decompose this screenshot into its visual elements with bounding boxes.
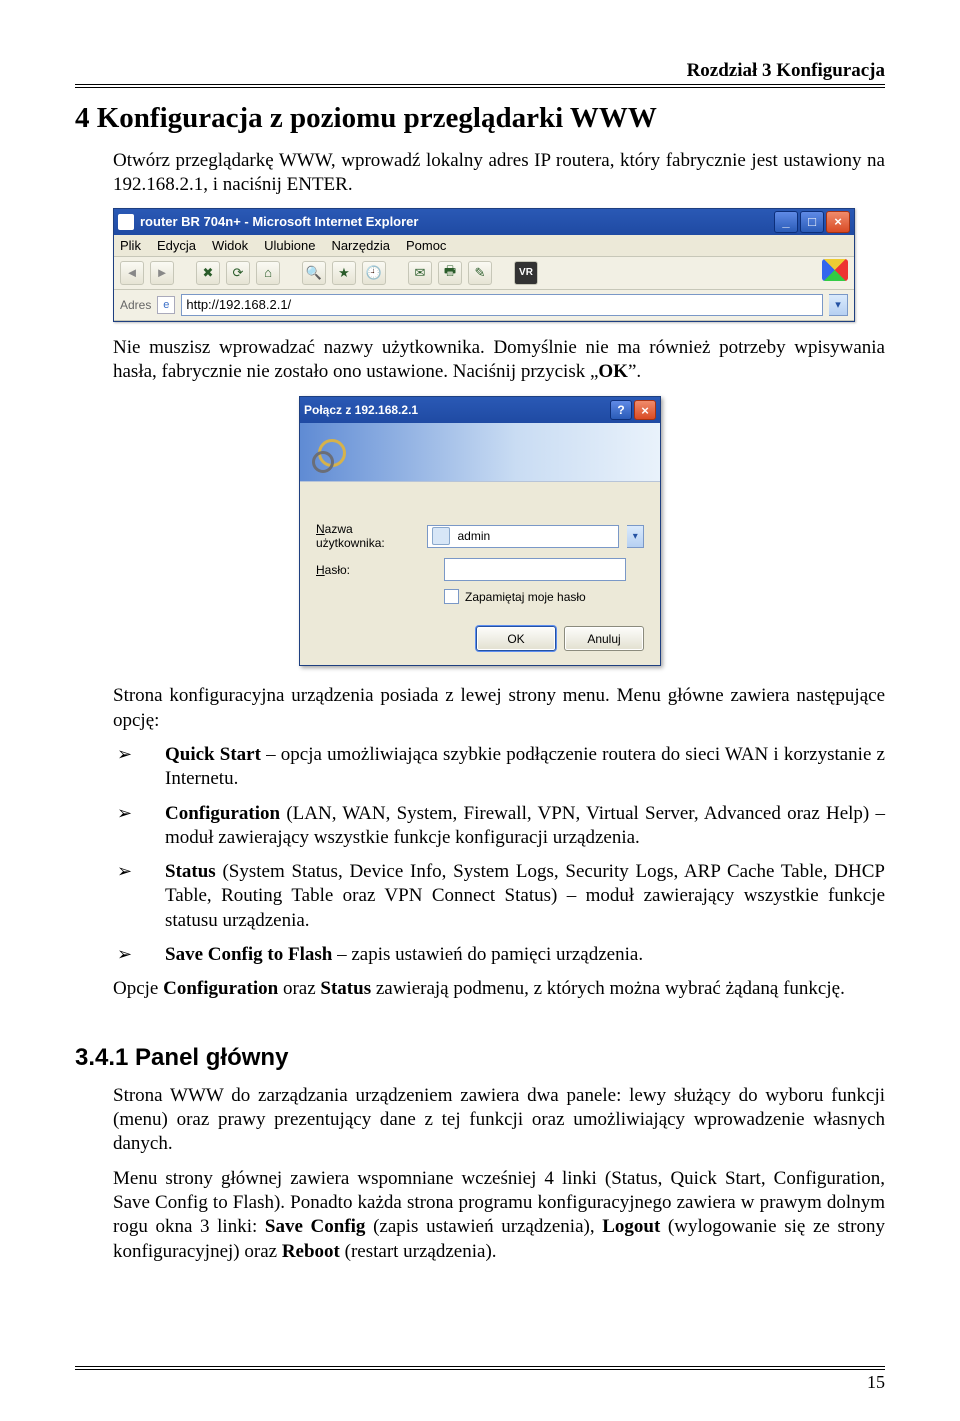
menu-view[interactable]: Widok xyxy=(212,238,248,253)
menu-help[interactable]: Pomoc xyxy=(406,238,446,253)
menu-file[interactable]: Plik xyxy=(120,238,141,253)
address-dropdown[interactable]: ▾ xyxy=(829,294,848,316)
browser-titlebar: router BR 704n+ - Microsoft Internet Exp… xyxy=(114,209,854,235)
bullet-bold: Status xyxy=(165,861,216,882)
browser-addressbar: Adres e http://192.168.2.1/ ▾ xyxy=(114,290,854,321)
text-bold: Configuration xyxy=(163,978,278,999)
address-label: Adres xyxy=(120,298,151,312)
panel-para-1: Strona WWW do zarządzania urządzeniem za… xyxy=(113,1084,885,1157)
bullet-text: – zapis ustawień do pamięci urządzenia. xyxy=(332,944,643,965)
address-input[interactable]: http://192.168.2.1/ xyxy=(181,294,823,316)
page-footer: 15 xyxy=(75,1366,885,1393)
bullet-arrow-icon: ➢ xyxy=(113,943,165,967)
username-dropdown[interactable]: ▾ xyxy=(627,525,644,548)
remember-label: Zapamiętaj moje hasło xyxy=(465,590,586,604)
remember-checkbox[interactable] xyxy=(444,589,459,604)
list-item: ➢ Quick Start – opcja umożliwiająca szyb… xyxy=(113,743,885,792)
text: Nie muszisz wprowadzać nazwy użytkownika… xyxy=(113,337,885,382)
text-bold: Logout xyxy=(602,1216,660,1237)
menu-fav[interactable]: Ulubione xyxy=(264,238,315,253)
text-bold: Save Config xyxy=(265,1216,366,1237)
cancel-button[interactable]: Anuluj xyxy=(564,626,644,651)
keys-icon xyxy=(312,435,346,469)
forward-button[interactable]: ► xyxy=(150,261,174,285)
password-row: Hasło: xyxy=(316,558,644,581)
text: zawierają podmenu, z których można wybra… xyxy=(371,978,845,999)
page-number: 15 xyxy=(867,1372,885,1392)
password-input[interactable] xyxy=(444,558,626,581)
menu-tools[interactable]: Narzędzia xyxy=(331,238,390,253)
bullet-text: (System Status, Device Info, System Logs… xyxy=(165,861,885,931)
auth-titlebar: Połącz z 192.168.2.1 ? × xyxy=(300,397,660,423)
text: (restart urządzenia). xyxy=(340,1241,497,1262)
intro-paragraph: Otwórz przeglądarkę WWW, wprowadź lokaln… xyxy=(113,149,885,198)
auth-banner xyxy=(300,423,660,482)
subheading: 3.4.1 Panel główny xyxy=(75,1044,885,1072)
username-label: NNazwa użytkownika:azwa użytkownika: xyxy=(316,522,419,550)
text-bold: Reboot xyxy=(282,1241,340,1262)
text-bold: Status xyxy=(320,978,371,999)
auth-dialog: Połącz z 192.168.2.1 ? × NNazwa użytkown… xyxy=(299,396,661,666)
help-button[interactable]: ? xyxy=(610,400,632,420)
print-icon[interactable]: 🖶 xyxy=(438,261,462,285)
address-url: http://192.168.2.1/ xyxy=(186,297,291,312)
username-field[interactable] xyxy=(455,528,614,544)
favorites-icon[interactable]: ★ xyxy=(332,261,356,285)
maximize-button[interactable]: □ xyxy=(800,211,824,233)
close-button[interactable]: × xyxy=(826,211,850,233)
chapter-header: Rozdział 3 Konfiguracja xyxy=(75,60,885,88)
refresh-button[interactable]: ⟳ xyxy=(226,261,250,285)
username-row: NNazwa użytkownika:azwa użytkownika: ▾ xyxy=(316,522,644,550)
bullet-arrow-icon: ➢ xyxy=(113,802,165,851)
options-note: Opcje Configuration oraz Status zawieraj… xyxy=(113,977,885,1001)
text: oraz xyxy=(278,978,320,999)
remember-row[interactable]: Zapamiętaj moje hasło xyxy=(444,589,644,604)
bullet-bold: Configuration xyxy=(165,803,280,824)
bullet-bold: Quick Start xyxy=(165,744,261,765)
after-dialog-paragraph: Strona konfiguracyjna urządzenia posiada… xyxy=(113,684,885,733)
page-title: 4 Konfiguracja z poziomu przeglądarki WW… xyxy=(75,102,885,135)
home-button[interactable]: ⌂ xyxy=(256,261,280,285)
password-label: Hasło: xyxy=(316,563,436,577)
stop-button[interactable]: ✖ xyxy=(196,261,220,285)
list-item: ➢ Status (System Status, Device Info, Sy… xyxy=(113,860,885,933)
ok-button[interactable]: OK xyxy=(476,626,556,651)
edit-icon[interactable]: ✎ xyxy=(468,261,492,285)
browser-menubar: Plik Edycja Widok Ulubione Narzędzia Pom… xyxy=(114,235,854,257)
list-item: ➢ Configuration (LAN, WAN, System, Firew… xyxy=(113,802,885,851)
user-icon xyxy=(432,527,450,545)
back-button[interactable]: ◄ xyxy=(120,261,144,285)
after-browser-paragraph: Nie muszisz wprowadzać nazwy użytkownika… xyxy=(113,336,885,385)
bullet-arrow-icon: ➢ xyxy=(113,860,165,933)
text: (zapis ustawień urządzenia), xyxy=(365,1216,602,1237)
auth-title-text: Połącz z 192.168.2.1 xyxy=(304,403,418,417)
ie-icon xyxy=(118,214,134,230)
bullet-list: ➢ Quick Start – opcja umożliwiająca szyb… xyxy=(113,743,885,968)
bullet-text: – opcja umożliwiająca szybkie podłączeni… xyxy=(165,744,885,789)
username-input[interactable] xyxy=(427,525,619,548)
text: ”. xyxy=(628,361,641,382)
bullet-bold: Save Config to Flash xyxy=(165,944,332,965)
history-icon[interactable]: 🕘 xyxy=(362,261,386,285)
password-field[interactable] xyxy=(449,562,621,578)
list-item: ➢ Save Config to Flash – zapis ustawień … xyxy=(113,943,885,967)
auth-close-button[interactable]: × xyxy=(634,400,656,420)
mail-icon[interactable]: ✉ xyxy=(408,261,432,285)
bullet-arrow-icon: ➢ xyxy=(113,743,165,792)
search-icon[interactable]: 🔍 xyxy=(302,261,326,285)
browser-window-title: router BR 704n+ - Microsoft Internet Exp… xyxy=(140,214,418,229)
minimize-button[interactable]: _ xyxy=(774,211,798,233)
panel-para-2: Menu strony głównej zawiera wspomniane w… xyxy=(113,1167,885,1264)
text: Opcje xyxy=(113,978,163,999)
page-icon: e xyxy=(157,296,175,314)
windows-logo-icon xyxy=(822,259,848,281)
ok-strong: OK xyxy=(598,361,628,382)
encoding-icon[interactable]: VR xyxy=(514,261,538,285)
browser-window: router BR 704n+ - Microsoft Internet Exp… xyxy=(113,208,855,322)
menu-edit[interactable]: Edycja xyxy=(157,238,196,253)
browser-toolbar: ◄ ► ✖ ⟳ ⌂ 🔍 ★ 🕘 ✉ 🖶 ✎ VR xyxy=(114,257,854,290)
